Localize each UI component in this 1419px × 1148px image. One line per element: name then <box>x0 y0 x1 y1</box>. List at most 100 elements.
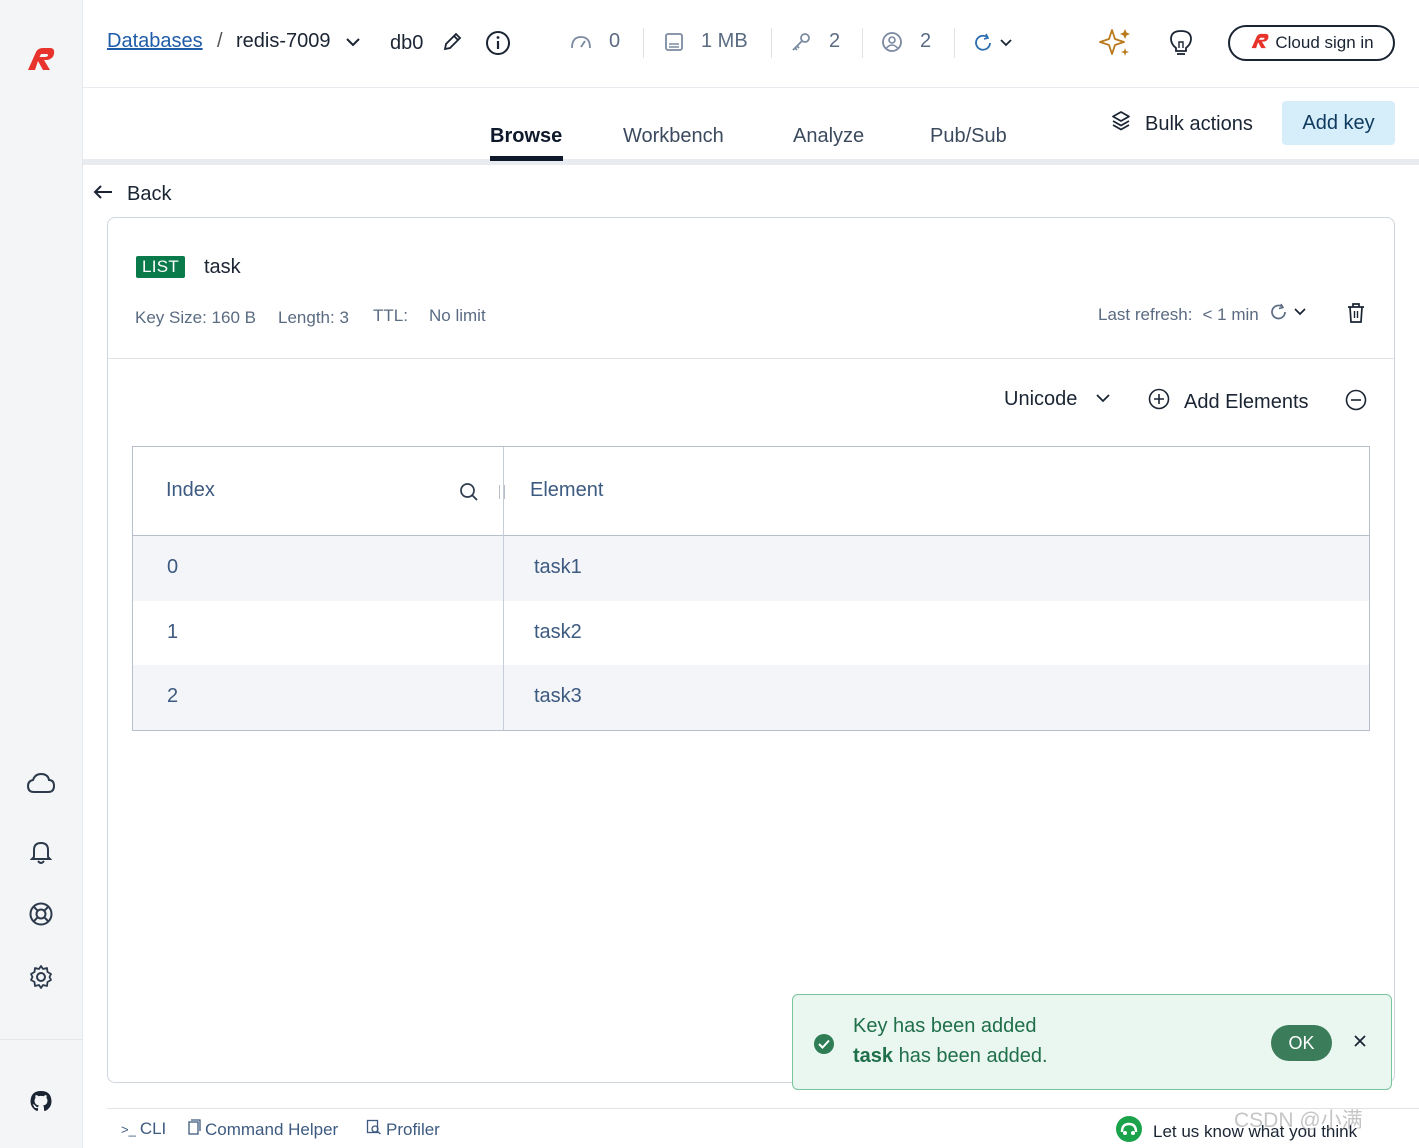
speedometer-icon <box>569 32 593 52</box>
clients-stat-value: 2 <box>920 30 932 52</box>
success-toast: Key has been added task has been added. … <box>792 994 1392 1090</box>
arrow-left-icon <box>93 183 113 206</box>
redis-logo-icon[interactable] <box>24 44 58 78</box>
delete-key-trash-icon[interactable] <box>1346 302 1366 329</box>
add-key-button[interactable]: Add key <box>1282 101 1395 145</box>
cell-index: 1 <box>167 621 179 643</box>
toast-message: task has been added. <box>853 1045 1048 1068</box>
ttl-label: TTL: <box>373 306 408 325</box>
user-circle-icon <box>881 31 903 53</box>
bottom-bar: >_ CLI Command Helper Profiler Let us kn… <box>107 1108 1419 1148</box>
db-index-label: db0 <box>390 32 424 54</box>
plus-circle-icon <box>1148 388 1170 416</box>
last-refresh: Last refresh: < 1 min <box>1098 302 1311 327</box>
add-elements-label: Add Elements <box>1184 390 1309 413</box>
cli-label: CLI <box>139 1119 167 1138</box>
chevron-down-icon[interactable] <box>345 34 361 55</box>
column-header-element: Element <box>530 479 604 501</box>
keys-stat-value: 2 <box>829 30 841 52</box>
toast-ok-button[interactable]: OK <box>1271 1025 1332 1061</box>
panel-divider <box>108 358 1394 359</box>
search-icon[interactable] <box>459 482 479 507</box>
key-icon <box>790 31 812 53</box>
breadcrumb-separator: / <box>217 30 223 52</box>
bulk-actions-label: Bulk actions <box>1145 112 1253 135</box>
last-refresh-label: Last refresh: <box>1098 304 1193 324</box>
lightbulb-icon[interactable] <box>1168 28 1194 58</box>
add-elements-button[interactable]: Add Elements <box>1148 388 1309 416</box>
cell-index: 2 <box>167 685 179 707</box>
profiler-button[interactable]: Profiler <box>366 1119 440 1140</box>
terminal-icon: >_ <box>121 1121 136 1137</box>
refresh-icon[interactable] <box>1269 302 1311 327</box>
check-circle-icon <box>813 1033 835 1060</box>
tab-analyze[interactable]: Analyze <box>793 125 864 148</box>
table-row[interactable]: 0 task1 <box>133 536 1369 601</box>
settings-gear-icon[interactable] <box>24 960 58 994</box>
value-format-select[interactable]: Unicode <box>1004 388 1111 411</box>
tab-pubsub[interactable]: Pub/Sub <box>930 125 1007 148</box>
ttl-value[interactable]: No limit <box>429 306 486 326</box>
tab-bar: Browse Workbench Analyze Pub/Sub Bulk ac… <box>83 88 1419 165</box>
command-helper-label: Command Helper <box>205 1119 339 1139</box>
table-row[interactable]: 1 task2 <box>133 601 1369 666</box>
key-type-badge: LIST <box>136 256 186 278</box>
list-elements-table: Index Element 0 task1 1 task2 2 task3 <box>132 446 1370 731</box>
cli-button[interactable]: >_ CLI <box>121 1119 166 1139</box>
profiler-label: Profiler <box>386 1119 440 1139</box>
toast-title: Key has been added <box>853 1015 1037 1037</box>
value-format-label: Unicode <box>1004 388 1078 410</box>
last-refresh-value: < 1 min <box>1202 304 1259 324</box>
stat-divider <box>643 28 644 58</box>
feedback-chat-icon <box>1115 1115 1143 1148</box>
tab-browse[interactable]: Browse <box>490 125 562 148</box>
document-icon <box>187 1119 201 1140</box>
remove-elements-minus-circle-icon[interactable] <box>1345 389 1367 416</box>
key-length: Length: 3 <box>278 308 349 327</box>
stat-divider <box>954 28 955 58</box>
layers-icon <box>1111 110 1131 138</box>
back-label: Back <box>127 183 172 205</box>
memory-stat-value: 1 MB <box>701 30 748 52</box>
cloud-icon[interactable] <box>24 766 58 800</box>
database-name[interactable]: redis-7009 <box>236 30 331 53</box>
chevron-down-icon <box>1095 388 1111 411</box>
cell-element[interactable]: task1 <box>534 556 582 579</box>
github-icon[interactable] <box>24 1085 58 1119</box>
key-size: Key Size: 160 B <box>135 308 256 327</box>
cell-index: 0 <box>167 556 179 578</box>
column-divider <box>503 447 504 730</box>
sidebar-divider <box>0 1039 83 1040</box>
info-icon[interactable] <box>485 30 511 56</box>
command-helper-button[interactable]: Command Helper <box>187 1119 338 1140</box>
key-name[interactable]: task <box>204 256 241 279</box>
toast-key-name: task <box>853 1045 894 1067</box>
key-details-panel: LIST task Key Size: 160 B Length: 3 TTL:… <box>107 217 1395 1083</box>
cell-element[interactable]: task2 <box>534 621 582 644</box>
csdn-watermark: CSDN @小满 <box>1234 1109 1363 1132</box>
sidebar <box>0 0 83 1148</box>
stat-divider <box>862 28 863 58</box>
active-tab-indicator <box>490 156 563 161</box>
help-center-icon[interactable] <box>24 897 58 931</box>
column-header-index: Index <box>166 479 215 501</box>
auto-refresh-icon[interactable] <box>973 32 1017 54</box>
toast-message-suffix: has been added. <box>893 1045 1048 1067</box>
edit-pencil-icon[interactable] <box>441 31 463 53</box>
stat-divider <box>771 28 772 58</box>
ai-sparkle-icon[interactable] <box>1098 26 1132 60</box>
breadcrumb-databases-link[interactable]: Databases <box>107 30 203 53</box>
column-resize-handle[interactable] <box>499 485 505 499</box>
profiler-icon <box>366 1119 382 1140</box>
cloud-sign-in-button[interactable]: Cloud sign in <box>1228 25 1395 61</box>
back-button[interactable]: Back <box>93 183 171 206</box>
ops-stat-value: 0 <box>609 30 621 52</box>
notification-bell-icon[interactable] <box>24 835 58 869</box>
bulk-actions-button[interactable]: Bulk actions <box>1111 110 1253 138</box>
memory-icon <box>663 31 685 53</box>
table-row[interactable]: 2 task3 <box>133 665 1369 730</box>
tab-workbench[interactable]: Workbench <box>623 125 724 148</box>
cell-element[interactable]: task3 <box>534 685 582 708</box>
close-icon[interactable] <box>1352 1033 1368 1054</box>
cloud-sign-in-label: Cloud sign in <box>1275 33 1374 52</box>
